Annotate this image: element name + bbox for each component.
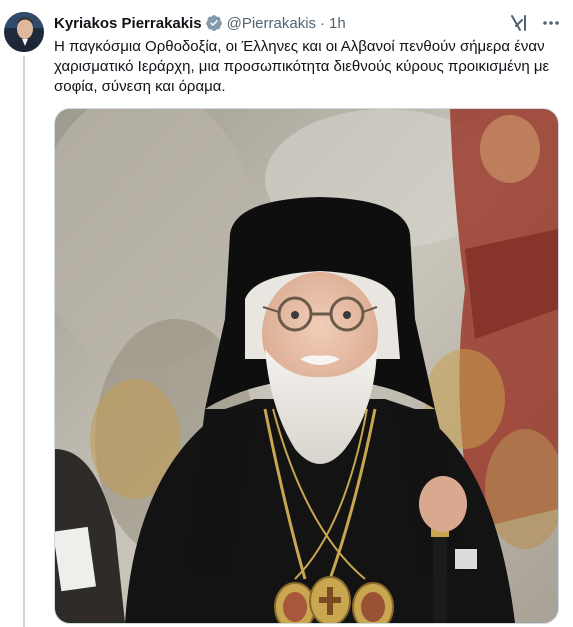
tweet-photo[interactable] [54, 108, 559, 624]
tweet-text: Η παγκόσμια Ορθοδοξία, οι Έλληνες και οι… [54, 38, 550, 95]
tweet-timestamp[interactable]: 1h [329, 15, 346, 32]
grok-icon[interactable] [509, 13, 529, 33]
author-handle[interactable]: @Pierrakakis [227, 15, 316, 32]
header-actions [509, 12, 561, 34]
tweet-header: Kyriakos Pierrakakis @Pierrakakis · 1h [54, 12, 561, 34]
more-options-icon[interactable] [541, 13, 561, 33]
verified-badge-icon [205, 14, 223, 32]
avatar-image [4, 12, 44, 52]
photo-archbishop [55, 109, 558, 623]
thread-connector-line [23, 56, 25, 627]
header-separator: · [320, 14, 326, 32]
author-avatar[interactable] [4, 12, 44, 52]
author-name[interactable]: Kyriakos Pierrakakis [54, 15, 202, 32]
